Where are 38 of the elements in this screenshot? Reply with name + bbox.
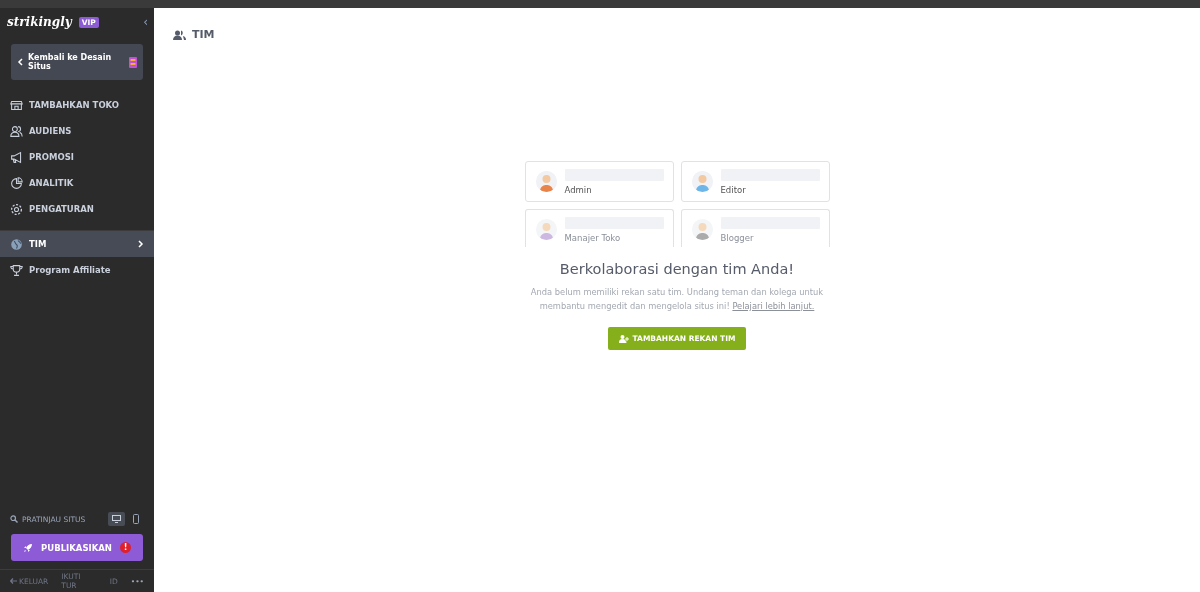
role-label: Admin [564, 184, 593, 195]
people-icon [10, 124, 23, 138]
page-title: TIM [192, 28, 215, 41]
chevron-left-icon [17, 58, 23, 66]
nav-item[interactable]: TAMBAHKAN TOKO [0, 92, 154, 118]
role-label: Blogger [720, 232, 755, 243]
globe-icon [10, 237, 23, 251]
role-label: Manajer Toko [564, 232, 622, 243]
learn-more-link[interactable]: Pelajari lebih lanjut. [732, 301, 815, 311]
empty-state-heading: Berkolaborasi dengan tim Anda! [559, 261, 795, 277]
trophy-icon [10, 263, 23, 277]
page-icon [129, 56, 137, 68]
chevron-right-icon [138, 240, 144, 248]
rocket-icon [23, 542, 34, 553]
alert-badge: ! [119, 542, 131, 553]
add-user-icon [618, 334, 629, 343]
logo: strikingly [7, 15, 72, 29]
nav-item[interactable]: ANALITIK [0, 170, 154, 196]
search-icon [10, 515, 18, 523]
people-icon [173, 29, 186, 40]
megaphone-icon [10, 150, 23, 164]
role-label: Editor [720, 184, 747, 195]
back-button[interactable]: Kembali ke Desain Situs [11, 44, 143, 80]
collapse-button[interactable]: ‹ [143, 15, 148, 29]
settings-icon [10, 202, 23, 216]
desktop-view-button[interactable] [108, 512, 125, 526]
nav-item[interactable]: PROMOSI [0, 144, 154, 170]
nav-item[interactable]: Program Affiliate [0, 257, 154, 283]
nav-item[interactable]: TIM [0, 230, 154, 257]
pie-chart-icon [10, 176, 23, 190]
nav-item[interactable]: PENGATURAN [0, 196, 154, 222]
nav-item[interactable]: AUDIENS [0, 118, 154, 144]
publish-button[interactable]: PUBLIKASIKAN ! [11, 534, 143, 561]
arrow-left-icon [10, 578, 17, 584]
monitor-icon [112, 515, 121, 523]
store-icon [10, 98, 23, 112]
empty-state-text: Anda belum memiliki rekan satu tim. Undang teman dan kolega untuk membantu mengedit dan mengelola situs ini! Pelajari lebih lanjut. [529, 286, 825, 313]
phone-icon [132, 514, 139, 524]
